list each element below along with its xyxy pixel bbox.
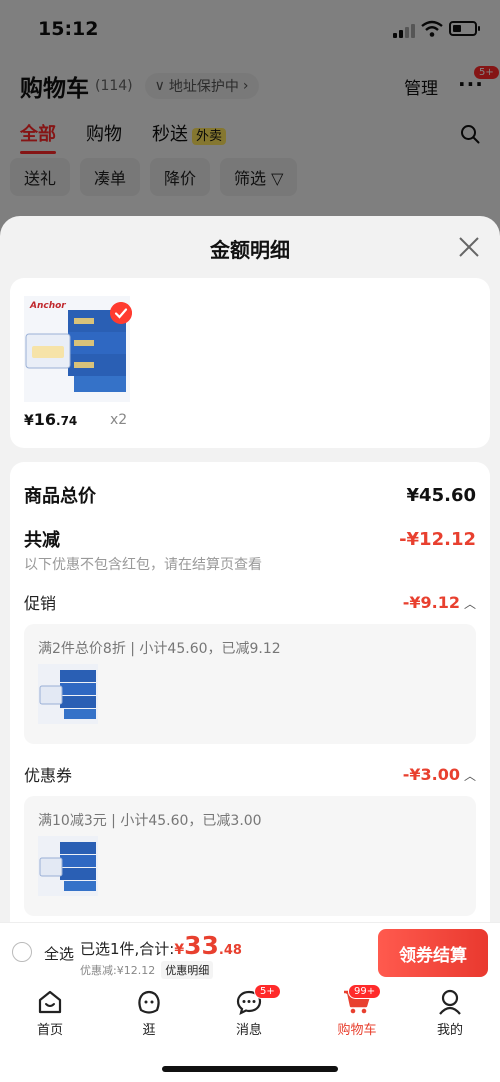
nav-cart-label: 购物车 [337, 1023, 377, 1038]
promotion-label: 促销 [24, 594, 57, 613]
promotion-row[interactable]: 促销 -¥9.12 ︿ [24, 590, 476, 614]
selected-check-icon [110, 302, 132, 324]
coupon-detail-text: 满10减3元 | 小计45.60，已减3.00 [38, 813, 262, 829]
item-price: ¥16.74 [24, 410, 77, 429]
cart-badge: 99+ [348, 984, 382, 999]
sum-label: 已选1件,合计: [80, 940, 175, 958]
nav-profile-label: 我的 [436, 1023, 463, 1038]
promotion-value-wrap: -¥9.12 ︿ [403, 593, 476, 612]
sum-int: 33 [184, 931, 219, 960]
nav-messages[interactable]: 5+ 消息 [214, 984, 284, 1038]
chevron-up-icon[interactable]: ︿ [464, 597, 476, 611]
messages-badge: 5+ [254, 984, 281, 999]
reduction-note: 以下优惠不包含红包，请在结算页查看 [24, 557, 262, 573]
sum-dec: .48 [218, 943, 242, 958]
select-all-label[interactable]: 全选 [44, 943, 74, 964]
nav-browse[interactable]: 逛 [114, 988, 184, 1038]
coupon-row[interactable]: 优惠券 -¥3.00 ︿ [24, 762, 476, 786]
coupon-value-wrap: -¥3.00 ︿ [403, 765, 476, 784]
sheet-title: 金额明细 [210, 238, 290, 262]
item-price-currency: ¥ [24, 413, 34, 429]
sum-line: 已选1件,合计: ¥ 33 .48 [80, 931, 242, 960]
total-row: 商品总价 ¥45.60 [24, 482, 476, 508]
sum-currency: ¥ [174, 942, 185, 958]
coupon-value: -¥3.00 [402, 764, 460, 784]
chevron-up-icon[interactable]: ︿ [464, 769, 476, 783]
promotion-value: -¥9.12 [402, 592, 460, 612]
nav-cart[interactable]: 99+ 购物车 [322, 984, 392, 1038]
nav-profile[interactable]: 我的 [415, 988, 485, 1038]
reduction-value: -¥12.12 [399, 528, 476, 550]
item-price-int: 16 [33, 410, 57, 429]
total-value: ¥45.60 [406, 484, 476, 506]
profile-icon [439, 989, 461, 1015]
promotion-product-thumb [38, 664, 98, 724]
discount-detail-link[interactable]: 优惠明细 [161, 961, 214, 979]
coupon-detail-box: 满10减3元 | 小计45.60，已减3.00 [24, 796, 476, 916]
discount-amount: 优惠减:¥12.12 [80, 964, 156, 977]
nav-browse-label: 逛 [142, 1023, 156, 1038]
checkout-button[interactable]: 领券结算 [378, 929, 488, 977]
nav-home-label: 首页 [36, 1023, 63, 1038]
select-all-radio[interactable] [12, 942, 32, 962]
product-brand-logo: Anchor [29, 301, 66, 311]
item-quantity: x2 [110, 412, 128, 428]
reduction-label: 共减 [24, 530, 60, 551]
checkout-bar: 全选 已选1件,合计: ¥ 33 .48 优惠减:¥12.12 优惠明细 领券结… [0, 922, 500, 980]
promotion-detail-text: 满2件总价8折 | 小计45.60，已减9.12 [38, 641, 281, 657]
selected-items-card: Anchor ¥16.74 x2 [10, 278, 490, 448]
total-label: 商品总价 [24, 486, 96, 507]
browse-face-icon [138, 990, 160, 1014]
close-icon[interactable] [456, 234, 482, 260]
reduction-row: 共减 -¥12.12 [24, 526, 476, 552]
nav-messages-label: 消息 [235, 1023, 262, 1038]
item-price-dec: .74 [56, 414, 78, 428]
nav-home[interactable]: 首页 [15, 988, 85, 1038]
coupon-label: 优惠券 [24, 766, 73, 785]
home-indicator [162, 1066, 338, 1072]
promotion-detail-box: 满2件总价8折 | 小计45.60，已减9.12 [24, 624, 476, 744]
home-icon [38, 990, 62, 1014]
discount-line: 优惠减:¥12.12 优惠明细 [80, 961, 214, 979]
coupon-product-thumb [38, 836, 98, 896]
